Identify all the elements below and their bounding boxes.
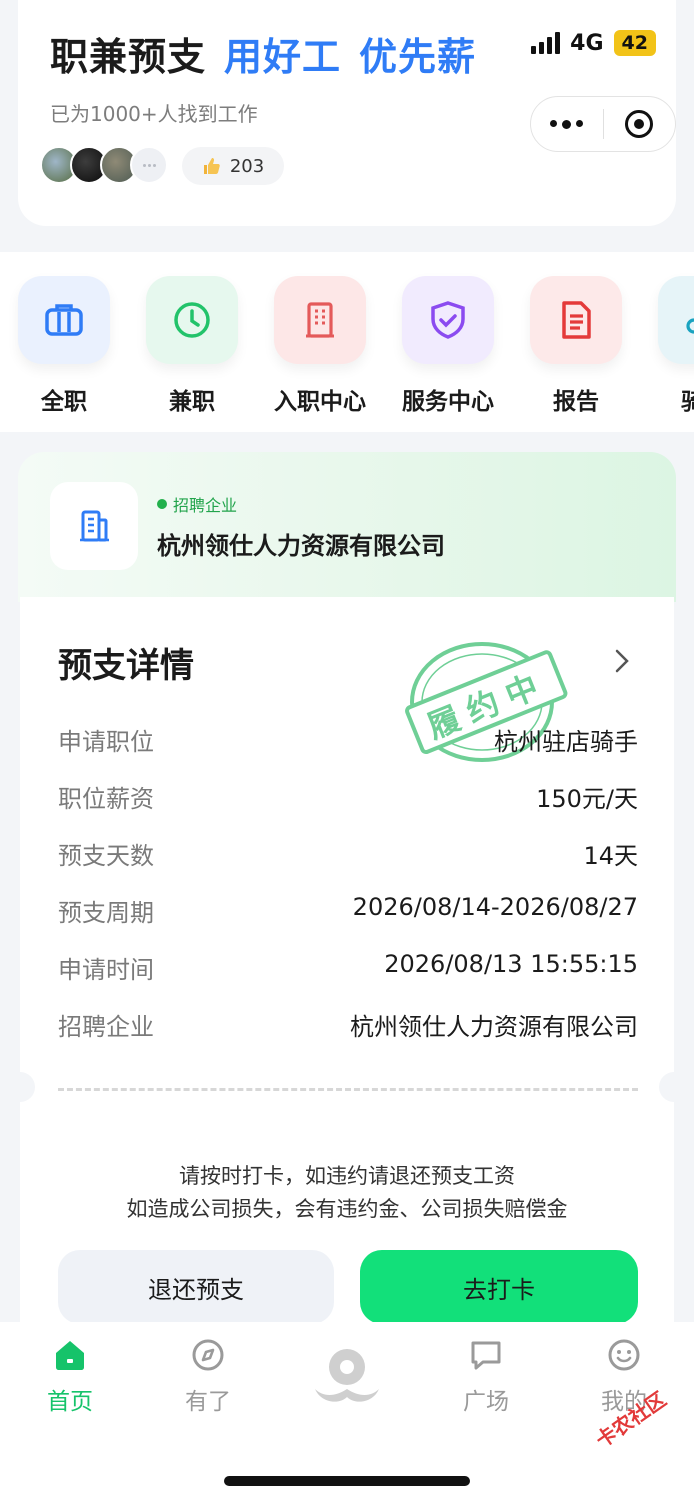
building-icon [306,302,334,338]
category-label: 服务中心 [402,389,494,415]
green-dot-icon [157,499,167,509]
category-report[interactable]: 报告 [512,276,640,416]
category-label: 报告 [553,389,599,415]
company-tag: 招聘企业 [157,492,237,516]
home-indicator [224,1476,470,1486]
center-logo-icon [315,1349,379,1402]
chat-bubble-icon [471,1341,501,1370]
category-row: 全职 兼职 入职中心 服务中心 报告 骑 [0,252,694,432]
more-dots-icon [550,119,584,129]
company-logo [50,482,138,570]
notice-text: 请按时打卡，如违约请退还预支工资 如造成公司损失，会有违约金、公司损失赔偿金 [126,1164,568,1221]
document-icon [562,301,591,339]
header-subtitle: 已为1000+人找到工作 [50,102,258,126]
brand-title-part1: 职兼预支 [50,35,207,79]
detail-row-company: 招聘企业 杭州领仕人力资源有限公司 [58,1013,638,1041]
brand-title-part2: 用好工 [224,35,342,79]
category-label: 兼职 [169,389,215,415]
details-chevron-right-icon[interactable] [612,648,632,678]
company-name: 杭州领仕人力资源有限公司 [157,532,445,560]
card-notch-left [5,1072,35,1102]
status-bar: 4G 42 [531,30,656,56]
user-avatars[interactable] [40,146,168,184]
home-icon [56,1341,84,1370]
more-button[interactable] [531,97,603,151]
card-notch-right [659,1072,689,1102]
tab-youle[interactable]: 有了 [148,1334,268,1416]
tab-center[interactable] [287,1340,407,1410]
detail-row-position: 申请职位 杭州驻店骑手 [58,728,638,756]
network-type: 4G [570,30,604,56]
clock-in-button[interactable]: 去打卡 [360,1250,638,1324]
brand-title-part3: 优先薪 [359,35,477,79]
signal-icon [531,32,561,54]
tab-plaza[interactable]: 广场 [426,1334,546,1416]
category-fulltime[interactable]: 全职 [0,276,128,416]
detail-row-days: 预支天数 14天 [58,842,638,870]
briefcase-icon [45,304,83,336]
more-avatars-icon [130,146,168,184]
detail-row-apply-time: 申请时间 2026/08/13 15:55:15 [58,950,638,984]
shield-check-icon [431,301,465,339]
category-onboarding[interactable]: 入职中心 [256,276,384,416]
return-advance-button[interactable]: 退还预支 [58,1250,334,1324]
target-icon [625,110,654,138]
battery-indicator: 42 [613,30,656,56]
brand-title: 职兼预支 用好工 优先薪 [50,26,476,81]
category-label: 骑手 [681,389,694,415]
dashed-divider [58,1088,638,1091]
smiley-icon [608,1339,640,1371]
category-parttime[interactable]: 兼职 [128,276,256,416]
like-button[interactable]: 203 [182,147,284,185]
office-building-icon [80,510,109,542]
like-count: 203 [229,155,265,177]
category-service-center[interactable]: 服务中心 [384,276,512,416]
tab-home[interactable]: 首页 [10,1334,130,1416]
category-rider[interactable]: 骑手 [640,276,694,416]
compass-icon [192,1339,224,1371]
close-miniprogram-button[interactable] [604,97,676,151]
category-label: 入职中心 [274,389,366,415]
detail-row-salary: 职位薪资 150元/天 [58,785,638,813]
detail-row-period: 预支周期 2026/08/14-2026/08/27 [58,893,638,927]
miniprogram-capsule [530,96,676,152]
details-title: 预支详情 [58,646,194,686]
rider-icon [686,318,694,334]
category-label: 全职 [41,389,87,415]
thumbs-up-icon [203,158,220,174]
clock-icon [174,302,210,338]
